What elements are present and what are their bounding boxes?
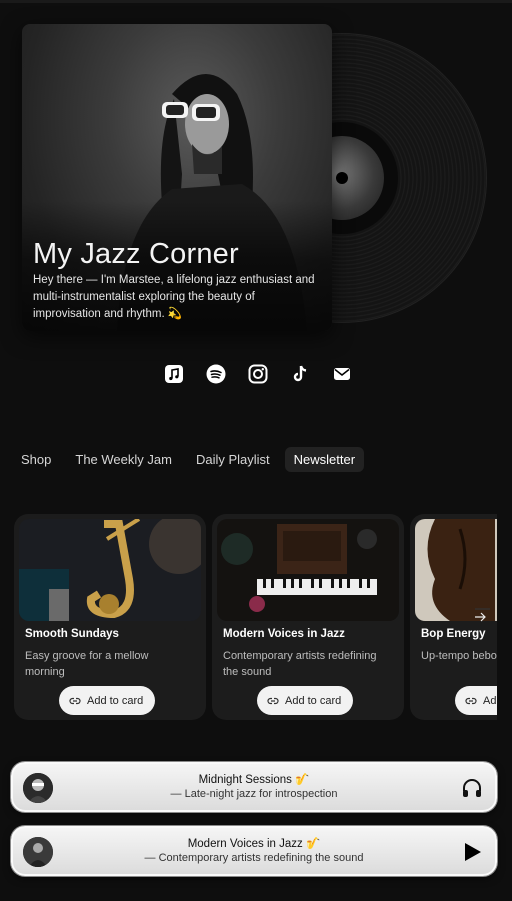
add-to-card-label: Add to card	[285, 694, 342, 707]
social-links	[0, 364, 512, 384]
product-card: Modern Voices in Jazz Contemporary artis…	[212, 514, 404, 720]
card-title: Smooth Sundays	[25, 628, 119, 640]
section-tabs: Shop The Weekly Jam Daily Playlist Newsl…	[12, 447, 365, 472]
mail-icon[interactable]	[332, 364, 352, 384]
headphones-icon[interactable]	[461, 777, 483, 799]
instagram-icon[interactable]	[248, 364, 268, 384]
add-to-card-button[interactable]: Add to card	[59, 686, 156, 715]
card-title: Modern Voices in Jazz	[223, 628, 345, 640]
product-card: Smooth Sundays Easy groove for a mellow …	[14, 514, 206, 720]
hero-cover-card: My Jazz Corner Hey there — I'm Marstee, …	[22, 24, 332, 331]
apple-music-icon[interactable]	[164, 364, 184, 384]
tab-newsletter[interactable]: Newsletter	[284, 447, 365, 472]
violin-image	[415, 519, 497, 621]
player-title: Modern Voices in Jazz 🎷	[187, 838, 321, 850]
tab-shop[interactable]: Shop	[12, 447, 60, 472]
add-to-card-button[interactable]: Add to card	[455, 686, 497, 715]
page-title: My Jazz Corner	[33, 238, 239, 270]
card-description: Easy groove for a mellow morning	[25, 650, 149, 678]
link-icon	[69, 697, 81, 704]
tiktok-icon[interactable]	[290, 364, 310, 384]
top-divider	[0, 0, 512, 3]
artist-bio: Hey there — I'm Marstee, a lifelong jazz…	[33, 274, 315, 320]
player-subtitle: — Late-night jazz for introspection	[170, 788, 338, 800]
player-bar-midnight-sessions[interactable]: Midnight Sessions 🎷 — Late-night jazz fo…	[11, 762, 497, 812]
card-title: Bop Energy	[421, 628, 486, 640]
play-icon[interactable]	[461, 841, 483, 863]
player-title: Midnight Sessions 🎷	[198, 774, 310, 786]
piano-image	[217, 519, 399, 621]
tab-weekly-jam[interactable]: The Weekly Jam	[66, 447, 181, 472]
add-to-card-label: Add to card	[87, 694, 144, 707]
card-description: Up-tempo bebop favorites	[421, 650, 497, 662]
card-description: Contemporary artists redefining the soun…	[223, 650, 377, 678]
saxophone-image	[19, 519, 201, 621]
tab-daily-playlist[interactable]: Daily Playlist	[187, 447, 279, 472]
add-to-card-button[interactable]: Add to card	[257, 686, 354, 715]
carousel-next-arrow-icon[interactable]	[473, 610, 487, 624]
spotify-icon[interactable]	[206, 364, 226, 384]
add-to-card-label: Add to card	[483, 694, 497, 707]
player-bar-modern-voices[interactable]: Modern Voices in Jazz 🎷 — Contemporary a…	[11, 826, 497, 876]
link-icon	[267, 697, 279, 704]
link-icon	[465, 697, 477, 704]
player-subtitle: — Contemporary artists redefining the so…	[144, 852, 364, 864]
product-carousel[interactable]: Smooth Sundays Easy groove for a mellow …	[14, 514, 497, 720]
